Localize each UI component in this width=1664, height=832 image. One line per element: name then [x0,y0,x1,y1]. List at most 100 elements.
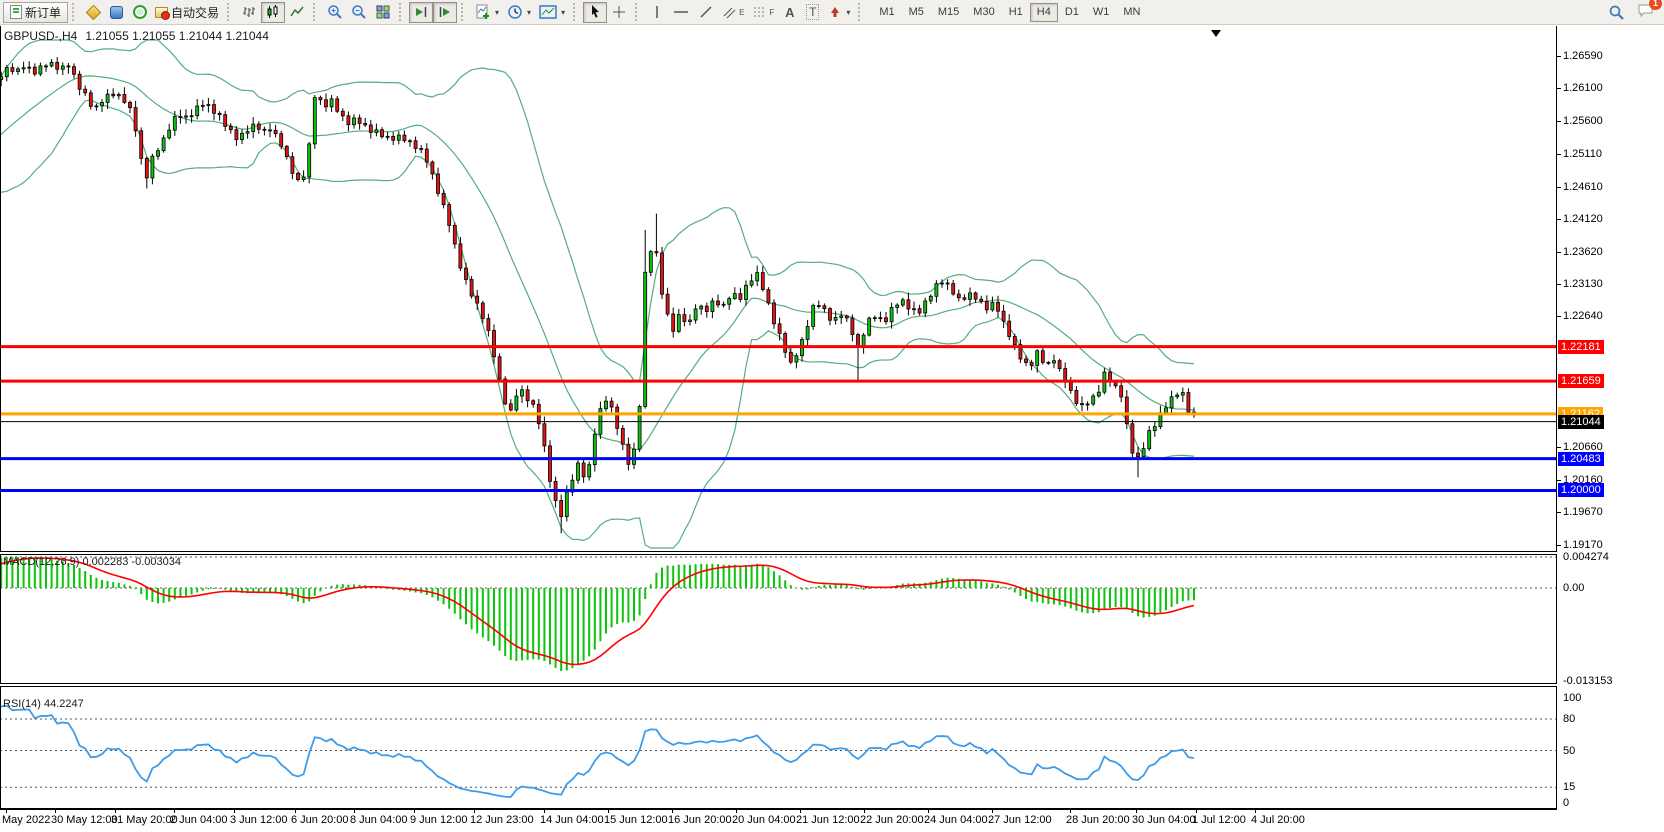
macd-tick-label: 0.00 [1563,582,1584,594]
price-tick-mark [1557,545,1561,546]
price-tick-label: 1.19670 [1563,506,1603,518]
price-tick-mark [1557,480,1561,481]
price-tick-mark [1557,56,1561,57]
cursor-tool-button[interactable] [583,2,607,23]
chart-window[interactable]: GBPUSD-,H41.21055 1.21055 1.21044 1.2104… [0,26,1664,832]
vline-tool-button[interactable] [645,2,668,23]
zoom-in-icon [327,4,343,20]
market-watch-button[interactable] [82,2,105,23]
time-tick-mark [234,808,235,813]
dropdown-caret-icon: ▾ [495,8,499,17]
auto-scroll-button[interactable] [409,2,433,23]
periods-button[interactable]: ▾ [503,2,535,23]
trendline-icon [698,4,714,20]
time-tick-label: 14 Jun 04:00 [540,814,604,826]
navigator-button[interactable] [105,2,128,23]
time-tick-label: 8 Jun 04:00 [350,814,408,826]
time-tick-mark [1070,808,1071,813]
macd-tick-label: -0.013153 [1563,675,1613,687]
fibonacci-tool-button[interactable]: F [748,2,778,23]
hline-tool-button[interactable] [668,2,694,23]
auto-trading-button[interactable]: 自动交易 [151,2,223,23]
signals-icon [133,5,147,19]
market-watch-icon [86,4,102,20]
time-tick-label: 4 Jul 20:00 [1251,814,1305,826]
timeframe-w1[interactable]: W1 [1086,3,1117,22]
channel-icon [722,4,736,20]
new-order-button[interactable]: 新订单 [3,2,68,23]
price-tick-mark [1557,121,1561,122]
trendline-tool-button[interactable] [694,2,718,23]
timeframe-m30[interactable]: M30 [966,3,1001,22]
dropdown-caret-icon: ▾ [527,8,531,17]
time-tick-label: 30 Jun 04:00 [1132,814,1196,826]
toolbar-grip [635,3,641,21]
tile-windows-button[interactable] [371,2,395,23]
notifications-button[interactable]: 1 [1637,2,1655,23]
main-toolbar: 新订单 自动交易 ▾ ▾ [0,0,1664,25]
timeframe-h1[interactable]: H1 [1002,3,1030,22]
arrows-tool-button[interactable]: ▾ [824,2,854,23]
zoom-out-button[interactable] [347,2,371,23]
price-tick-label: 1.23620 [1563,246,1603,258]
search-button[interactable] [1604,2,1629,23]
price-level-badge: 1.20000 [1558,483,1604,497]
time-tick-label: 15 Jun 12:00 [604,814,668,826]
time-tick-label: 31 May 20:00 [111,814,178,826]
candlestick-mode-button[interactable] [261,2,285,23]
time-tick-label: 16 Jun 20:00 [668,814,732,826]
time-tick-mark [736,808,737,813]
time-tick-label: 20 Jun 04:00 [732,814,796,826]
search-icon [1608,4,1625,21]
timeframe-d1[interactable]: D1 [1058,3,1086,22]
crosshair-tool-button[interactable] [607,2,631,23]
toolbar-grip [858,3,864,21]
price-axis[interactable]: 1.265901.261001.256001.251101.246101.241… [1557,26,1664,832]
time-tick-mark [800,808,801,813]
pane-splitter[interactable] [0,551,1557,555]
new-chart-button[interactable]: ▾ [471,2,503,23]
timeframe-h4[interactable]: H4 [1030,3,1058,22]
label-tool-button[interactable]: T [801,2,824,23]
chart-shift-icon [437,4,453,20]
time-tick-mark [115,808,116,813]
price-tick-label: 1.26100 [1563,82,1603,94]
time-tick-label: 27 Jun 12:00 [988,814,1052,826]
pane-splitter[interactable] [0,683,1557,687]
tile-windows-icon [375,4,391,20]
chart-left-border [0,26,1,810]
timeframe-m15[interactable]: M15 [931,3,966,22]
bar-chart-mode-button[interactable] [237,2,261,23]
price-tick-mark [1557,88,1561,89]
time-tick-mark [672,808,673,813]
price-tick-mark [1557,512,1561,513]
time-tick-mark [608,808,609,813]
toolbar-grip [573,3,579,21]
timeframe-m5[interactable]: M5 [902,3,931,22]
zoom-out-icon [351,4,367,20]
zoom-in-button[interactable] [323,2,347,23]
rsi-tick-label: 15 [1563,781,1575,793]
toolbar-grip [227,3,233,21]
time-axis[interactable]: May 202230 May 12:0031 May 20:002 Jun 04… [0,812,1557,832]
chart-shift-button[interactable] [433,2,457,23]
timeframe-m1[interactable]: M1 [872,3,901,22]
time-tick-label: 30 May 12:00 [51,814,118,826]
line-chart-icon [289,4,305,20]
dropdown-caret-icon: ▾ [846,8,850,17]
notification-badge: 1 [1649,0,1662,10]
macd-pane-canvas[interactable] [0,555,1557,683]
main-chart-canvas[interactable] [0,26,1557,551]
line-chart-mode-button[interactable] [285,2,309,23]
cursor-icon [587,4,603,20]
text-tool-button[interactable]: A [778,2,801,23]
arrows-icon [828,4,842,20]
macd-label: MACD(12,26,9) 0.002283 -0.003034 [3,556,181,568]
rsi-pane-canvas[interactable] [0,687,1557,808]
timeframe-mn[interactable]: MN [1116,3,1147,22]
toolbar-grip [72,3,78,21]
time-tick-mark [928,808,929,813]
templates-button[interactable]: ▾ [535,2,569,23]
signals-button[interactable] [128,2,151,23]
channel-tool-button[interactable]: E [718,2,748,23]
